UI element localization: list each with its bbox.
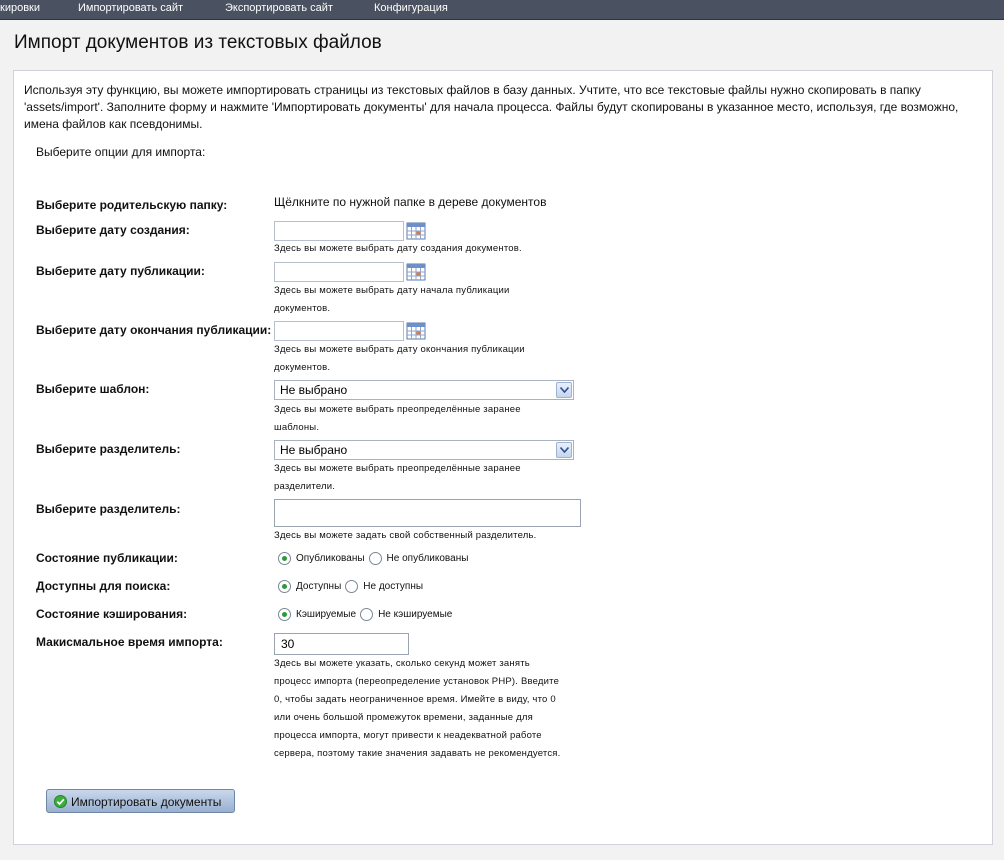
pub-date-label: Выберите дату публикации: <box>36 264 205 278</box>
template-help: Здесь вы можете выбрать преопределённые … <box>274 404 521 433</box>
publish-state-label: Состояние публикации: <box>36 551 178 565</box>
publish-option-published: Опубликованы <box>296 553 365 564</box>
searchable-radios: Доступны Не доступны <box>278 580 423 593</box>
separator-selected-value: Не выбрано <box>280 443 348 457</box>
unpub-date-input[interactable] <box>274 321 404 341</box>
max-time-label: Макисмальное время импорта: <box>36 635 223 649</box>
unpub-date-help: Здесь вы можете выбрать дату окончания п… <box>274 344 525 373</box>
cache-option-yes: Кэшируемые <box>296 609 357 620</box>
intro-line: Используя эту функцию, вы можете импорти… <box>24 83 921 97</box>
cache-label: Состояние кэширования: <box>36 607 188 621</box>
page-title: Импорт документов из текстовых файлов <box>14 32 382 53</box>
choose-options-label: Выберите опции для импорта: <box>36 145 206 159</box>
chevron-down-icon[interactable] <box>556 382 572 398</box>
intro-line: 'assets/import'. Заполните форму и нажми… <box>24 100 959 114</box>
searchable-option-yes: Доступны <box>296 581 342 592</box>
searchable-option-no: Не доступны <box>363 581 424 592</box>
parent-folder-hint: Щёлкните по нужной папке в дереве докуме… <box>274 195 547 209</box>
publish-state-radios: Опубликованы Не опубликованы <box>278 552 468 565</box>
pub-date-help: Здесь вы можете выбрать дату начала публ… <box>274 285 510 314</box>
created-date-label: Выберите дату создания: <box>36 223 190 237</box>
cache-radios: Кэшируемые Не кэшируемые <box>278 608 452 621</box>
check-circle-icon <box>54 795 67 808</box>
publish-radio-unpublished[interactable] <box>368 552 382 565</box>
searchable-radio-no[interactable] <box>345 580 359 593</box>
created-date-input[interactable] <box>274 221 404 241</box>
cache-radio-no[interactable] <box>360 608 374 621</box>
calendar-icon[interactable] <box>406 263 426 281</box>
nav-item-import-site[interactable]: Импортировать сайт <box>78 2 183 14</box>
publish-radio-published[interactable] <box>278 552 291 565</box>
template-select[interactable]: Не выбрано <box>274 380 574 400</box>
nav-item-configuration[interactable]: Конфигурация <box>374 2 448 14</box>
separator-help: Здесь вы можете выбрать преопределённые … <box>274 463 521 492</box>
cache-option-no: Не кэшируемые <box>378 609 453 620</box>
intro-text: Используя эту функцию, вы можете импорти… <box>24 82 986 133</box>
pub-date-input[interactable] <box>274 262 404 282</box>
created-date-help: Здесь вы можете выбрать дату создания до… <box>274 243 522 254</box>
import-button-label: Импортировать документы <box>71 795 222 809</box>
max-time-input[interactable] <box>274 633 409 655</box>
nav-item-export-site[interactable]: Экспортировать сайт <box>225 2 333 14</box>
parent-folder-label: Выберите родительскую папку: <box>36 198 228 212</box>
top-nav-bar: кировки Импортировать сайт Экспортироват… <box>0 0 1004 20</box>
import-documents-button[interactable]: Импортировать документы <box>46 789 235 813</box>
max-time-help: Здесь вы можете указать, сколько секунд … <box>274 658 561 759</box>
custom-separator-input[interactable] <box>274 499 581 527</box>
separator-select[interactable]: Не выбрано <box>274 440 574 460</box>
custom-separator-help: Здесь вы можете задать свой собственный … <box>274 530 537 541</box>
cache-radio-yes[interactable] <box>278 608 291 621</box>
custom-separator-label: Выберите разделитель: <box>36 502 181 516</box>
template-selected-value: Не выбрано <box>280 383 348 397</box>
chevron-down-icon[interactable] <box>556 442 572 458</box>
calendar-icon[interactable] <box>406 222 426 240</box>
nav-item-partial[interactable]: кировки <box>0 2 40 14</box>
template-label: Выберите шаблон: <box>36 382 150 396</box>
unpub-date-label: Выберите дату окончания публикации: <box>36 323 272 337</box>
searchable-label: Доступны для поиска: <box>36 579 171 593</box>
searchable-radio-yes[interactable] <box>278 580 291 593</box>
calendar-icon[interactable] <box>406 322 426 340</box>
intro-line: имена файлов как псевдонимы. <box>24 117 203 131</box>
separator-label: Выберите разделитель: <box>36 442 181 456</box>
publish-option-unpublished: Не опубликованы <box>386 553 469 564</box>
